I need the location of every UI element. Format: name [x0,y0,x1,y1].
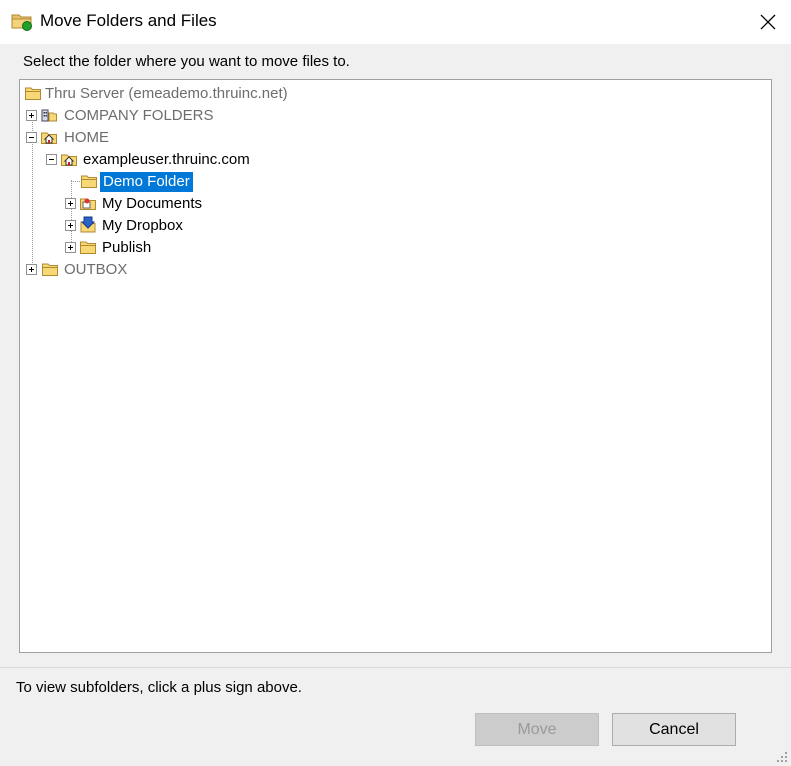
expand-button[interactable] [65,220,76,231]
tree-node-label: Thru Server (emeademo.thruinc.net) [45,85,288,102]
move-folder-icon [11,14,32,31]
tree-node-label: My Dropbox [102,217,183,234]
instruction-text: Select the folder where you want to move… [23,53,350,70]
company-folders-icon [41,109,57,122]
tree-node-label: My Documents [102,195,203,212]
close-button[interactable] [744,0,791,44]
expand-button[interactable] [65,198,76,209]
tree-node-my-dropbox[interactable]: My Dropbox [20,215,220,237]
collapse-button[interactable] [46,154,57,165]
tree-node-label: OUTBOX [64,261,128,278]
expand-button[interactable] [26,264,37,275]
tree-node-my-documents[interactable]: My Documents [20,193,240,215]
tree-node-label: COMPANY FOLDERS [64,107,214,124]
collapse-button[interactable] [26,132,37,143]
close-icon [760,14,775,30]
folder-icon [80,241,96,254]
folder-icon [81,175,97,188]
footer-divider [0,667,791,668]
tree-node-label: Publish [102,239,152,256]
dropbox-icon [80,216,96,233]
tree-node-label: exampleuser.thruinc.com [83,151,250,168]
tree-node-user-home[interactable]: exampleuser.thruinc.com [20,149,300,171]
move-button[interactable]: Move [475,713,599,746]
home-folder-icon [41,132,57,144]
cancel-button[interactable]: Cancel [612,713,736,746]
tree-node-home[interactable]: HOME [20,127,170,149]
resize-grip-icon[interactable] [773,748,789,764]
hint-text: To view subfolders, click a plus sign ab… [16,679,302,696]
tree-node-demo-folder[interactable]: Demo Folder [20,171,220,193]
tree-node-publish[interactable]: Publish [20,237,220,259]
tree-node-label: HOME [64,129,109,146]
tree-node-outbox[interactable]: OUTBOX [20,259,170,281]
title-bar: Move Folders and Files [0,0,791,44]
tree-node-server[interactable]: Thru Server (emeademo.thruinc.net) [20,83,320,105]
folder-tree[interactable]: Thru Server (emeademo.thruinc.net) COMPA… [19,79,772,653]
expand-button[interactable] [26,110,37,121]
my-documents-icon [80,198,96,210]
folder-icon [42,263,58,276]
tree-node-company-folders[interactable]: COMPANY FOLDERS [20,105,270,127]
expand-button[interactable] [65,242,76,253]
user-home-icon [61,154,77,166]
tree-node-label: Demo Folder [100,172,193,192]
server-folder-icon [25,87,41,100]
window-title: Move Folders and Files [40,11,217,30]
